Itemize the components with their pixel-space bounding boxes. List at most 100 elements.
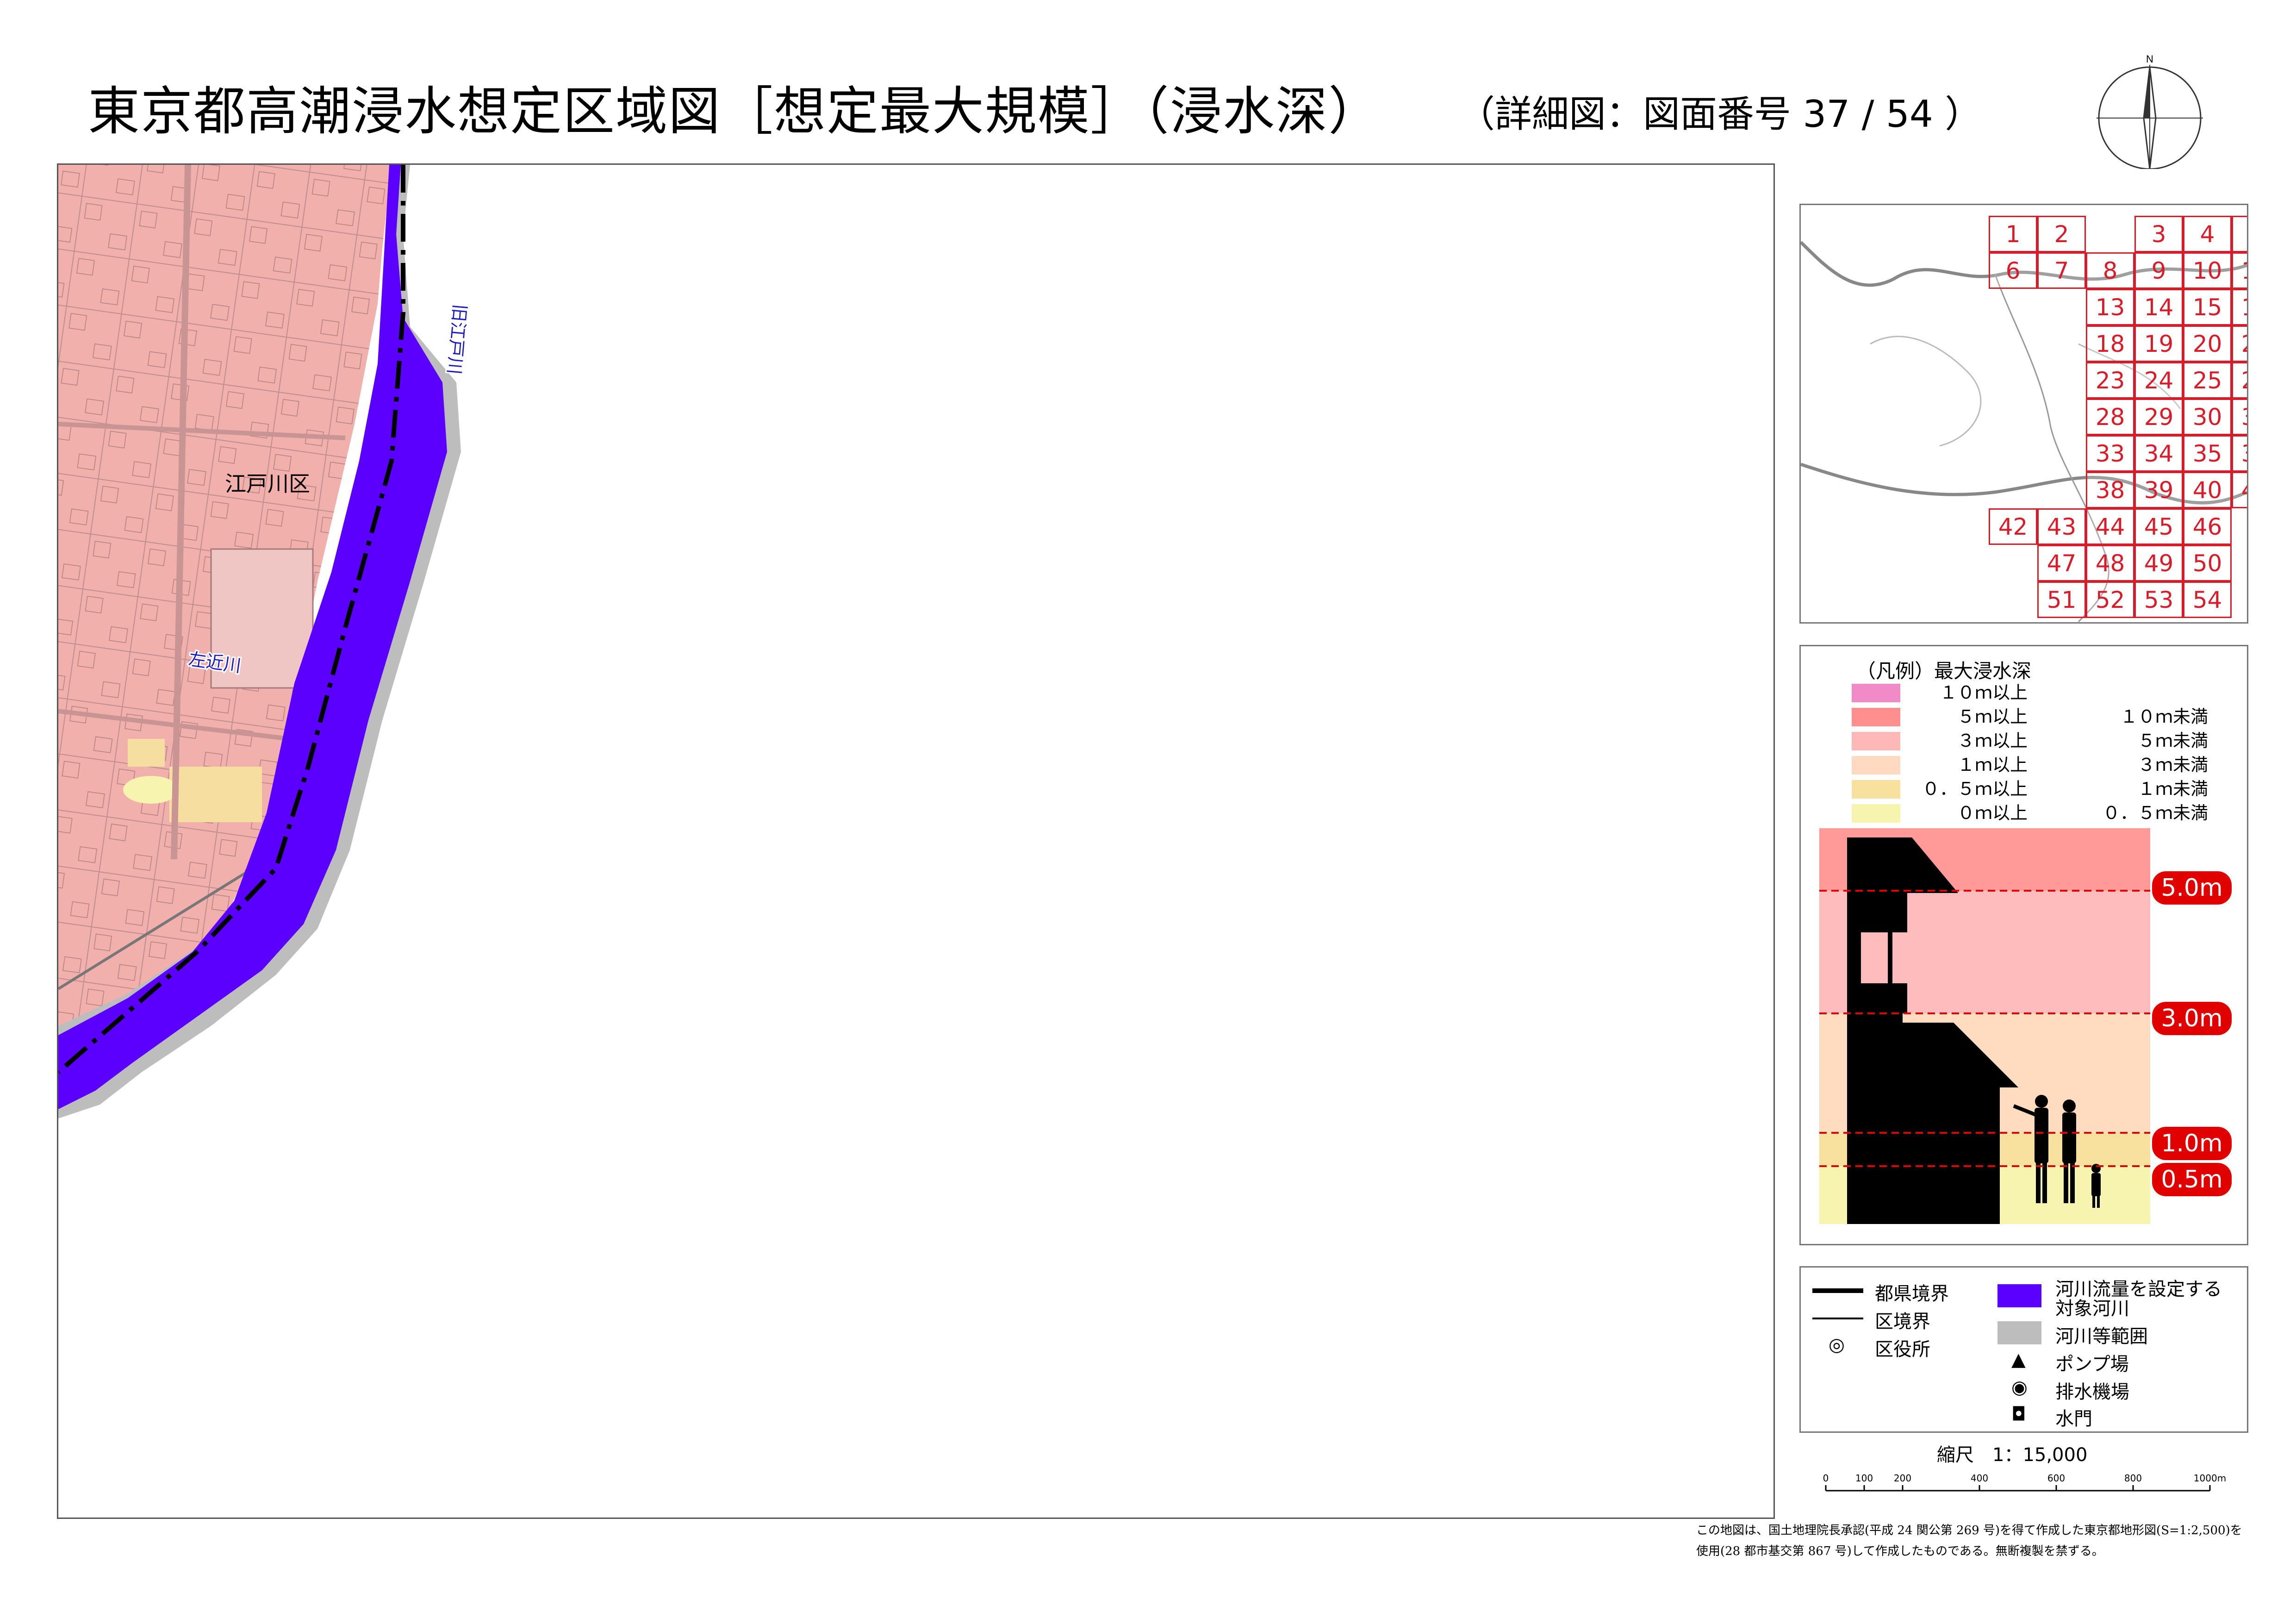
main-map[interactable]: 江戸川区 旧江戸川 左近川 [57,163,1775,1519]
index-cell[interactable]: 6 [1989,252,2037,289]
index-cell[interactable]: 28 [2086,399,2134,435]
index-cell[interactable]: 15 [2183,289,2232,325]
legend-swatch [1852,756,1900,775]
symbol-label-pump-station: ポンプ場 [2055,1354,2129,1375]
legend-from: １０ｍ以上 [1939,682,2028,703]
depth-tag-5m: 5.0m [2152,871,2232,905]
index-cell[interactable]: 21 [2232,325,2247,362]
floodgate-icon: ◘ [2011,1404,2026,1425]
index-cell[interactable]: 10 [2183,252,2232,289]
shallow-zone [169,767,262,822]
index-cell[interactable]: 52 [2086,581,2134,618]
legend-swatch [1852,804,1900,823]
legend-from: ０．５ｍ以上 [1922,779,2028,799]
symbol-label-target-river-2: 対象河川 [2055,1298,2129,1319]
index-cell[interactable]: 30 [2183,399,2232,435]
depth-tag-3m: 3.0m [2152,1002,2232,1035]
legend-row: ０ｍ以上 ０．５ｍ未満 [1852,801,2213,824]
index-cell[interactable]: 26 [2232,362,2247,399]
legend-row: ０．５ｍ以上 １ｍ未満 [1852,777,2213,800]
index-cell[interactable]: 18 [2086,325,2134,362]
legend-to: ５ｍ未満 [2137,731,2208,751]
scale-label: 縮尺 1：15,000 [1937,1444,2088,1466]
depth-tag-1m: 1.0m [2152,1127,2232,1160]
index-cell[interactable]: 51 [2037,581,2086,618]
legend-row: １０ｍ以上 [1852,681,2213,704]
legend-from: １ｍ以上 [1957,755,2028,775]
map-title: 東京都高潮浸水想定区域図［想定最大規模］（浸水深） [88,81,1381,142]
legend-to: ３ｍ未満 [2137,755,2208,775]
scale-bar: 0 100 200 400 600 800 1000m [1823,1473,2226,1492]
index-cell[interactable]: 45 [2134,508,2183,545]
index-cell[interactable]: 25 [2183,362,2232,399]
index-cell[interactable]: 11 [2232,252,2247,289]
scale-tick-label: 0 [1823,1473,1829,1484]
shallow-zone [123,776,179,804]
index-cell[interactable]: 20 [2183,325,2232,362]
pump-station-icon: ▲ [2011,1349,2026,1370]
index-cell[interactable]: 8 [2086,252,2134,289]
index-cell[interactable]: 48 [2086,545,2134,581]
depth-tag-05m: 0.5m [2152,1163,2232,1196]
index-cell[interactable]: 43 [2037,508,2086,545]
index-cell[interactable]: 31 [2232,399,2247,435]
index-cell[interactable]: 33 [2086,435,2134,472]
index-cell[interactable]: 50 [2183,545,2232,581]
legend-to: ０．５ｍ未満 [2102,803,2208,823]
legend-from: ０ｍ以上 [1957,803,2028,823]
map-canvas[interactable]: 江戸川区 旧江戸川 左近川 [58,165,1775,1519]
index-cell[interactable]: 54 [2183,581,2232,618]
compass-north-letter: N [2146,53,2153,65]
index-grid: 1234567891011121314151617181920212223242… [1801,205,2247,622]
index-cell[interactable]: 19 [2134,325,2183,362]
sheet-index-map: 1234567891011121314151617181920212223242… [1799,204,2248,624]
symbol-label-prefecture-boundary: 都県境界 [1875,1283,1949,1305]
north-arrow-icon: N [2097,53,2203,169]
scale-tick-label: 100 [1855,1473,1873,1484]
legend-swatch [1852,708,1900,726]
index-cell[interactable]: 1 [1989,216,2037,252]
index-cell[interactable]: 40 [2183,472,2232,508]
index-cell[interactable]: 34 [2134,435,2183,472]
legend-row: １ｍ以上 ３ｍ未満 [1852,753,2213,776]
legend-from: ５ｍ以上 [1957,706,2028,727]
index-cell[interactable]: 36 [2232,435,2247,472]
copyright-note-line-1: この地図は、国土地理院長承認(平成 24 関公第 269 号)を得て作成した東京… [1696,1524,2242,1537]
ward-label-edogawa: 江戸川区 [225,471,310,496]
symbol-label-river-range: 河川等範囲 [2055,1326,2148,1347]
scale-tick-label: 400 [1971,1473,1988,1484]
index-cell[interactable]: 47 [2037,545,2086,581]
scale-tick-label: 200 [1894,1473,1911,1484]
symbol-label-drainage-station: 排水機場 [2055,1381,2129,1403]
index-cell[interactable]: 7 [2037,252,2086,289]
index-cell[interactable]: 39 [2134,472,2183,508]
index-cell[interactable]: 35 [2183,435,2232,472]
shallow-zone [128,739,165,767]
symbol-label-floodgate: 水門 [2055,1408,2092,1430]
index-cell[interactable]: 29 [2134,399,2183,435]
target-river-swatch [1997,1284,2041,1307]
index-cell[interactable]: 9 [2134,252,2183,289]
index-cell[interactable]: 4 [2183,216,2232,252]
index-cell[interactable]: 38 [2086,472,2134,508]
index-cell[interactable]: 3 [2134,216,2183,252]
index-cell[interactable]: 2 [2037,216,2086,252]
index-cell[interactable]: 5 [2232,216,2247,252]
index-cell[interactable]: 14 [2134,289,2183,325]
index-cell[interactable]: 23 [2086,362,2134,399]
river-range-swatch [1997,1321,2041,1344]
index-cell[interactable]: 49 [2134,545,2183,581]
index-cell[interactable]: 46 [2183,508,2232,545]
copyright-note-line-2: 使用(28 都市基交第 867 号)して作成したものである。無断複製を禁ずる。 [1696,1544,2104,1558]
index-cell[interactable]: 41 [2232,472,2247,508]
index-cell[interactable]: 53 [2134,581,2183,618]
index-cell[interactable]: 42 [1989,508,2037,545]
index-cell[interactable]: 16 [2232,289,2247,325]
legend-row: ５ｍ以上 １０ｍ未満 [1852,705,2213,728]
legend-from: ３ｍ以上 [1957,731,2028,751]
index-cell[interactable]: 24 [2134,362,2183,399]
index-cell[interactable]: 13 [2086,289,2134,325]
index-cell[interactable]: 44 [2086,508,2134,545]
sheet-number-subtitle: （詳細図：図面番号 37 / 54 ） [1458,93,1982,136]
legend-to: １０ｍ未満 [2120,706,2208,727]
